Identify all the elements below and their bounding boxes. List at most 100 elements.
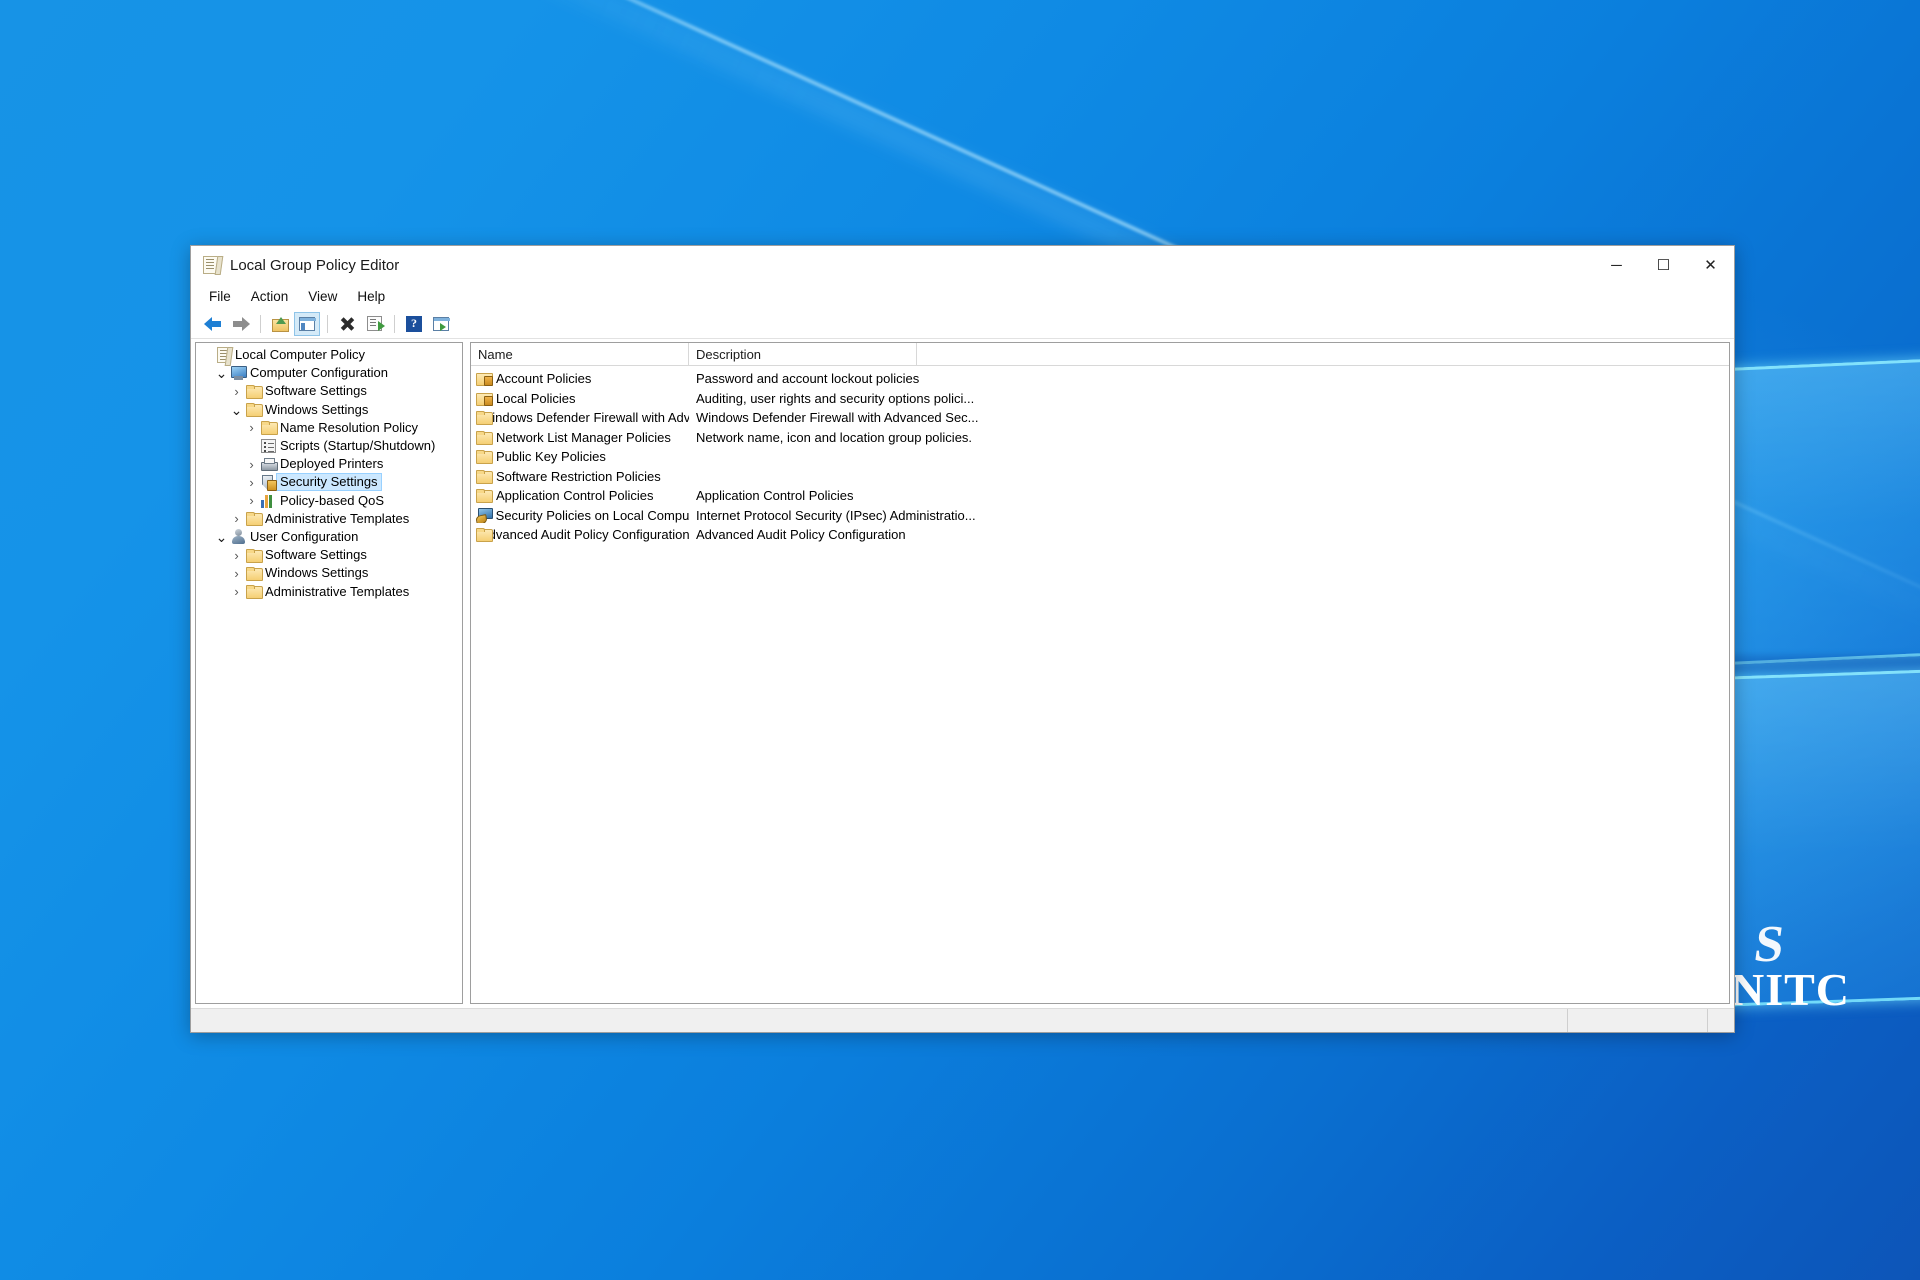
- tree-item-security-settings[interactable]: › Security Settings: [196, 473, 462, 492]
- export-list-button[interactable]: [361, 312, 387, 336]
- column-header-description[interactable]: Description: [689, 343, 917, 366]
- menu-action[interactable]: Action: [241, 286, 299, 307]
- chevron-down-icon[interactable]: ⌄: [213, 530, 230, 544]
- list-item[interactable]: Advanced Audit Policy Configuration Advan…: [471, 525, 1729, 545]
- chevron-right-icon[interactable]: ›: [228, 384, 245, 399]
- user-icon: [231, 529, 247, 545]
- menubar: File Action View Help: [191, 284, 1734, 309]
- tree-item-label: Name Resolution Policy: [280, 419, 419, 435]
- list-item[interactable]: Network List Manager Policies Network nam…: [471, 428, 1729, 448]
- tree-item-software-settings[interactable]: › Software Settings: [196, 546, 462, 564]
- up-one-level-button[interactable]: [267, 312, 293, 336]
- list-item-name: Network List Manager Policies: [496, 429, 671, 445]
- list-item-name-cell: IP Security Policies on Local Computer: [471, 508, 689, 523]
- list-item-name: Windows Defender Firewall with Advanc...: [480, 410, 689, 426]
- show-hide-tree-button[interactable]: [294, 311, 320, 336]
- folder-icon: [245, 512, 263, 527]
- list-item[interactable]: Account Policies Password and account loc…: [471, 369, 1729, 389]
- window-titlebar[interactable]: Local Group Policy Editor ─ ☐ ✕: [191, 246, 1734, 284]
- list-item-name-cell: Software Restriction Policies: [471, 469, 689, 484]
- folder-icon: [476, 450, 493, 465]
- folder-icon-wrap: [245, 566, 263, 581]
- close-button[interactable]: ✕: [1687, 246, 1734, 284]
- results-list-pane[interactable]: Name Description Account Policies Passwor…: [470, 342, 1730, 1004]
- tree-item-windows-settings[interactable]: ⌄ Windows Settings: [196, 401, 462, 419]
- question-mark-icon: ?: [406, 315, 422, 332]
- list-item[interactable]: Windows Defender Firewall with Advanc...…: [471, 408, 1729, 428]
- chevron-right-icon[interactable]: ›: [243, 475, 260, 490]
- chevron-right-icon[interactable]: ›: [228, 511, 245, 526]
- monitor-icon: [230, 366, 247, 381]
- back-button[interactable]: [200, 312, 226, 336]
- policy-document-icon: [203, 256, 221, 274]
- list-item-name: Software Restriction Policies: [496, 468, 661, 484]
- policy-document-icon: [216, 347, 231, 364]
- tree-item-label: Deployed Printers: [280, 456, 384, 472]
- list-item-name-cell: Windows Defender Firewall with Advanc...: [471, 410, 689, 426]
- export-list-icon: [366, 316, 385, 331]
- list-item-name: Account Policies: [496, 371, 592, 387]
- tree-item-windows-settings[interactable]: › Windows Settings: [196, 564, 462, 582]
- chevron-down-icon[interactable]: ⌄: [228, 403, 245, 417]
- column-header-filler: [917, 343, 1729, 366]
- pane-splitter[interactable]: [463, 342, 470, 1004]
- toolbar-separator-3: [394, 314, 395, 333]
- bar-chart-icon: [261, 494, 276, 508]
- delete-x-icon: [339, 317, 355, 331]
- maximize-button[interactable]: ☐: [1640, 246, 1687, 284]
- local-group-policy-editor-window: Local Group Policy Editor ─ ☐ ✕ File Act…: [190, 245, 1735, 1033]
- tree-item-user-configuration[interactable]: ⌄ User Configuration: [196, 528, 462, 546]
- list-item-name: Application Control Policies: [496, 488, 654, 504]
- tree-item-label: User Configuration: [250, 528, 359, 544]
- tree-item-deployed-printers[interactable]: › Deployed Printers: [196, 455, 462, 473]
- printer-icon: [260, 457, 278, 471]
- column-header-name[interactable]: Name: [471, 343, 689, 366]
- tree-item-name-resolution-policy[interactable]: › Name Resolution Policy: [196, 419, 462, 437]
- folder-icon: [245, 566, 263, 581]
- help-button[interactable]: ?: [401, 312, 427, 336]
- list-item[interactable]: Application Control Policies Application …: [471, 486, 1729, 506]
- chevron-right-icon[interactable]: ›: [243, 420, 260, 435]
- menu-help[interactable]: Help: [347, 286, 395, 307]
- chevron-down-icon[interactable]: ⌄: [213, 366, 230, 380]
- tree-item-computer-configuration[interactable]: ⌄ Computer Configuration: [196, 364, 462, 382]
- minimize-button[interactable]: ─: [1593, 246, 1640, 284]
- list-item-description: Advanced Audit Policy Configuration: [696, 527, 906, 543]
- console-tree-pane[interactable]: Local Computer Policy ⌄ Computer Configura…: [195, 342, 463, 1004]
- tree-item-label: Software Settings: [265, 547, 367, 563]
- tree-item-software-settings[interactable]: › Software Settings: [196, 382, 462, 400]
- chevron-right-icon[interactable]: ›: [243, 457, 260, 472]
- list-item-name-cell: Public Key Policies: [471, 449, 689, 465]
- chevron-right-icon[interactable]: ›: [228, 566, 245, 581]
- tree-item-administrative-templates[interactable]: › Administrative Templates: [196, 582, 462, 600]
- tree-item-policy-based-qos[interactable]: › Policy-based QoS: [196, 492, 462, 510]
- statusbar-message: [191, 1009, 1568, 1032]
- tree-view-icon: [299, 316, 316, 331]
- list-column-header: Name Description: [471, 343, 1729, 366]
- tree-item-label: Security Settings: [276, 473, 382, 492]
- tree-item-label: Windows Settings: [265, 401, 369, 417]
- tree-item-label: Computer Configuration: [250, 365, 389, 381]
- list-item-name-cell: Account Policies: [471, 371, 689, 387]
- tree-item-scripts-startup-shutdown[interactable]: Scripts (Startup/Shutdown): [196, 437, 462, 455]
- list-item-name: Local Policies: [496, 390, 576, 406]
- menu-view[interactable]: View: [298, 286, 347, 307]
- delete-button[interactable]: [334, 312, 360, 336]
- chevron-right-icon[interactable]: ›: [243, 493, 260, 508]
- list-item[interactable]: Software Restriction Policies: [471, 467, 1729, 487]
- tree-item-label: Local Computer Policy: [235, 347, 366, 363]
- chevron-right-icon[interactable]: ›: [228, 548, 245, 563]
- tree-item-administrative-templates[interactable]: › Administrative Templates: [196, 510, 462, 528]
- tree-item-local-computer-policy[interactable]: Local Computer Policy: [196, 346, 462, 364]
- view-options-button[interactable]: [428, 312, 454, 336]
- list-item[interactable]: Public Key Policies: [471, 447, 1729, 467]
- chevron-right-icon[interactable]: ›: [228, 584, 245, 599]
- list-item[interactable]: Local Policies Auditing, user rights and …: [471, 389, 1729, 409]
- forward-button[interactable]: [227, 312, 253, 336]
- folder-icon-wrap: [245, 548, 263, 563]
- toolbar: ?: [191, 309, 1734, 339]
- list-item-description: Application Control Policies: [696, 488, 854, 504]
- bar-chart-icon-wrap: [260, 494, 277, 508]
- list-item[interactable]: IP Security Policies on Local Computer In…: [471, 506, 1729, 526]
- menu-file[interactable]: File: [199, 286, 241, 307]
